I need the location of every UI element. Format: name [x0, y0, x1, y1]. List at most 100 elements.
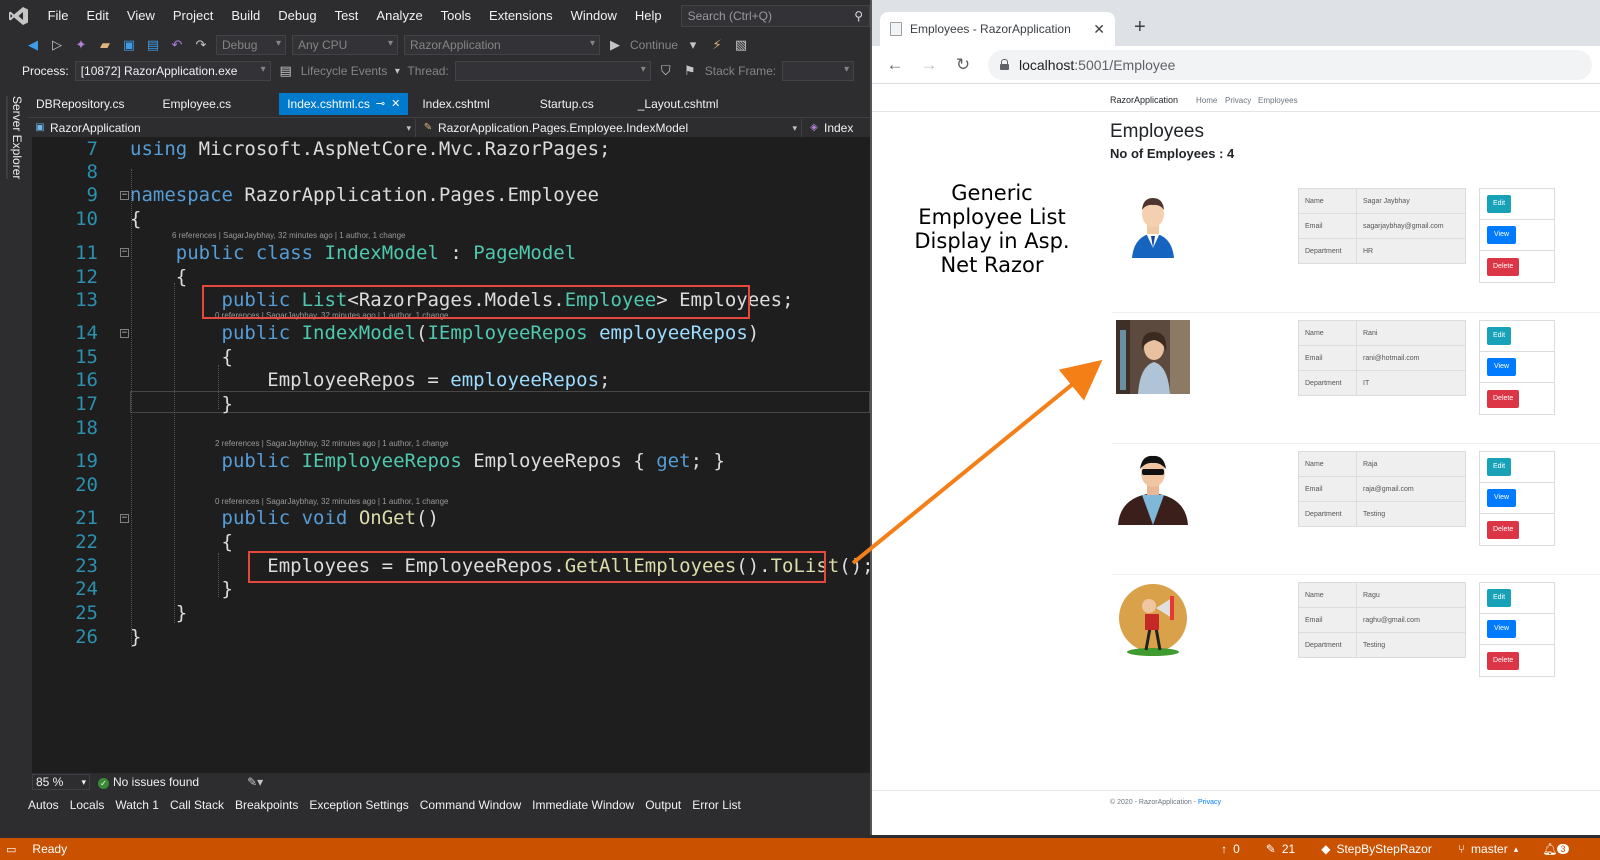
search-input[interactable]: Search (Ctrl+Q) ⚲ [680, 5, 870, 27]
menu-help[interactable]: Help [626, 0, 671, 32]
play-icon[interactable]: ▶ [606, 36, 624, 54]
close-tab-icon[interactable]: ✕ [1093, 21, 1105, 38]
undo-icon[interactable]: ↶ [168, 36, 186, 54]
delete-button[interactable]: Delete [1487, 520, 1520, 539]
tab-command-window[interactable]: Command Window [420, 798, 521, 812]
solution-configuration-select[interactable]: Debug [216, 35, 286, 55]
view-button[interactable]: View [1487, 226, 1517, 244]
code-lens[interactable]: 0 references | SagarJaybhay, 32 minutes … [215, 497, 449, 506]
member-select[interactable]: ◈ Index [802, 119, 870, 137]
issues-indicator[interactable]: ✓ No issues found [98, 775, 199, 789]
tab-breakpoints[interactable]: Breakpoints [235, 798, 298, 812]
menu-edit[interactable]: Edit [78, 0, 118, 32]
save-icon[interactable]: ▣ [120, 36, 138, 54]
new-project-icon[interactable]: ✦ [72, 36, 90, 54]
view-button[interactable]: View [1487, 358, 1517, 376]
zoom-select[interactable]: 85 % [32, 774, 90, 790]
back-arrow-icon[interactable]: ← [886, 55, 904, 75]
tab-output[interactable]: Output [645, 798, 681, 812]
address-bar[interactable]: localhost:5001/Employee [988, 49, 1592, 80]
flag-icon[interactable]: ⚑ [681, 62, 699, 80]
tab-startup-cs[interactable]: Startup.cs [532, 93, 602, 115]
view-button[interactable]: View [1487, 620, 1517, 638]
close-icon[interactable]: ✕ [391, 93, 400, 115]
reload-icon[interactable]: ↻ [954, 55, 972, 75]
tab-layout-cshtml[interactable]: _Layout.cshtml [630, 93, 727, 115]
delete-button[interactable]: Delete [1487, 257, 1520, 276]
unpushed-commits[interactable]: ↑ 0 [1221, 842, 1240, 856]
server-explorer-tab[interactable]: Server Explorer [6, 96, 24, 180]
stack-frame-select[interactable] [782, 61, 855, 81]
forward-icon[interactable]: ▷ [48, 36, 66, 54]
project-select[interactable]: ▣ RazorApplication ▾ [28, 118, 416, 137]
browser-tab[interactable]: Employees - RazorApplication ✕ [880, 12, 1115, 46]
tab-autos[interactable]: Autos [28, 798, 59, 812]
browser-link-icon[interactable]: ▧ [732, 36, 750, 54]
tab-watch-1[interactable]: Watch 1 [115, 798, 159, 812]
menu-view[interactable]: View [118, 0, 164, 32]
menu-extensions[interactable]: Extensions [480, 0, 562, 32]
edit-button[interactable]: Edit [1487, 458, 1512, 476]
open-folder-icon[interactable]: ▰ [96, 36, 114, 54]
filter-icon[interactable]: ⛉ [657, 62, 675, 80]
redo-icon[interactable]: ↷ [192, 36, 210, 54]
brush-icon[interactable]: ✎▾ [247, 775, 263, 789]
delete-button[interactable]: Delete [1487, 389, 1520, 408]
project-name: RazorApplication [50, 120, 141, 135]
tab-call-stack[interactable]: Call Stack [170, 798, 224, 812]
edit-button[interactable]: Edit [1487, 589, 1512, 607]
ready-text: Ready [32, 842, 68, 856]
menu-build[interactable]: Build [222, 0, 269, 32]
back-icon[interactable]: ◀ [24, 36, 42, 54]
lock-icon[interactable] [1000, 59, 1009, 70]
lifecycle-dropdown-icon[interactable]: ▾ [393, 62, 401, 80]
employee-details-table: Name Rani Email rani@hotmail.com Departmen… [1298, 320, 1466, 396]
site-brand[interactable]: RazorApplication [1110, 95, 1178, 105]
continue-button[interactable]: Continue [630, 38, 678, 52]
notifications[interactable]: 🔔︎ 3 [1542, 842, 1569, 856]
type-select[interactable]: ✎ RazorApplication.Pages.Employee.IndexM… [416, 118, 802, 137]
forward-arrow-icon[interactable]: → [920, 55, 938, 75]
solution-platform-select[interactable]: Any CPU [292, 35, 398, 55]
lifecycle-events-button[interactable]: Lifecycle Events [301, 64, 388, 78]
menu-project[interactable]: Project [164, 0, 222, 32]
tab-immediate-window[interactable]: Immediate Window [532, 798, 634, 812]
menu-test[interactable]: Test [326, 0, 368, 32]
repository-selector[interactable]: ◆ StepByStepRazor [1321, 842, 1432, 856]
hot-reload-icon[interactable]: ⚡ [708, 36, 726, 54]
branch-selector[interactable]: ⑂ master ▴ [1458, 842, 1518, 856]
code-lens[interactable]: 2 references | SagarJaybhay, 32 minutes … [215, 439, 449, 448]
menu-analyze[interactable]: Analyze [367, 0, 431, 32]
continue-dropdown-icon[interactable]: ▾ [684, 36, 702, 54]
startup-project-select[interactable]: RazorApplication [404, 35, 600, 55]
view-button[interactable]: View [1487, 489, 1517, 507]
edit-button[interactable]: Edit [1487, 195, 1512, 213]
tab-dbrepository[interactable]: DBRepository.cs [28, 93, 132, 115]
code-editor[interactable]: 7 using Microsoft.AspNetCore.Mvc.RazorPag… [32, 137, 870, 773]
tab-exception-settings[interactable]: Exception Settings [309, 798, 408, 812]
tool-window-tabs: Autos Locals Watch 1 Call Stack Breakpoi… [28, 795, 870, 815]
tab-index-cshtml[interactable]: Index.cshtml [414, 93, 497, 115]
new-tab-icon[interactable]: + [1134, 16, 1146, 39]
footer-privacy-link[interactable]: Privacy [1198, 799, 1221, 806]
menu-tools[interactable]: Tools [432, 0, 480, 32]
visual-studio-logo-icon[interactable] [0, 0, 39, 32]
nav-link-employees[interactable]: Employees [1258, 96, 1298, 105]
save-all-icon[interactable]: ▤ [144, 36, 162, 54]
nav-link-privacy[interactable]: Privacy [1225, 96, 1251, 105]
tab-error-list[interactable]: Error List [692, 798, 741, 812]
thread-select[interactable] [454, 61, 651, 81]
process-select[interactable]: [10872] RazorApplication.exe [74, 61, 271, 81]
tab-employee-cs[interactable]: Employee.cs [154, 93, 239, 115]
tab-index-cshtml-cs[interactable]: Index.cshtml.cs ⊸ ✕ [279, 93, 409, 115]
pending-changes[interactable]: ✎ 21 [1266, 842, 1295, 856]
menu-debug[interactable]: Debug [269, 0, 325, 32]
tab-locals[interactable]: Locals [70, 798, 105, 812]
nav-link-home[interactable]: Home [1196, 96, 1217, 105]
menu-window[interactable]: Window [562, 0, 626, 32]
code-lens[interactable]: 6 references | SagarJaybhay, 32 minutes … [172, 231, 406, 240]
delete-button[interactable]: Delete [1487, 651, 1520, 670]
edit-button[interactable]: Edit [1487, 327, 1512, 345]
menu-file[interactable]: File [39, 0, 78, 32]
pin-icon[interactable]: ⊸ [376, 93, 385, 115]
